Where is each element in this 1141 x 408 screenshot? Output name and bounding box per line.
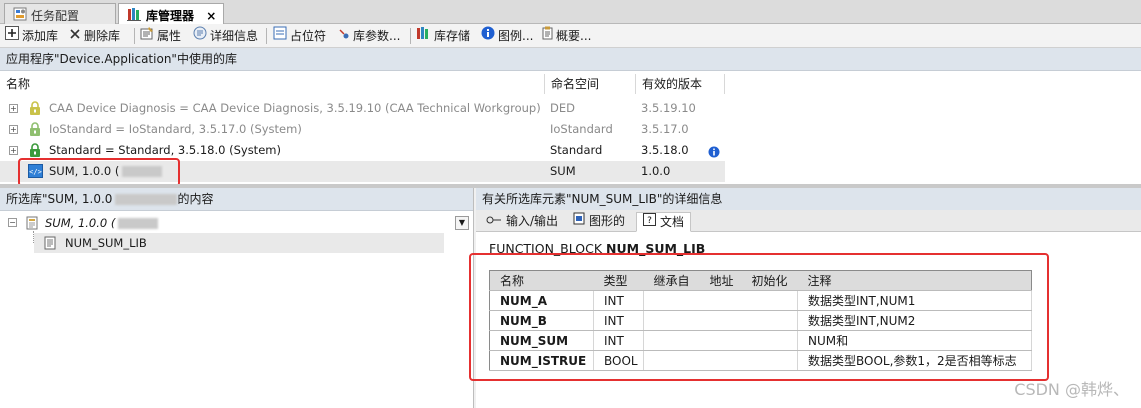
close-icon[interactable]: × xyxy=(206,9,216,23)
detail-tab-bar: 输入/输出 图形的 ? 文档 xyxy=(476,210,1141,232)
details-label: 详细信息 xyxy=(210,29,259,43)
library-content-title: 所选库"SUM, 1.0.0 的内容 xyxy=(0,188,473,211)
add-library-button[interactable]: 添加库 xyxy=(5,26,59,45)
tree-item-num-sum-lib[interactable]: NUM_SUM_LIB xyxy=(34,233,444,253)
watermark: CSDN @韩烨、 xyxy=(1014,380,1129,399)
library-content-panel: 所选库"SUM, 1.0.0 的内容 − SUM, 1.0.0 ( ▼ NUM_S… xyxy=(0,188,474,408)
library-version: 3.5.17.0 xyxy=(641,122,689,136)
column-header-version[interactable]: 有效的版本 xyxy=(636,74,725,94)
parameters-icon xyxy=(338,27,350,45)
tab-graphical[interactable]: 图形的 xyxy=(567,212,631,232)
highlight-box xyxy=(18,158,180,187)
collapse-icon[interactable]: − xyxy=(8,218,17,227)
library-params-label: 库参数... xyxy=(353,29,401,43)
library-version: 3.5.19.10 xyxy=(641,101,696,115)
summary-icon xyxy=(542,26,553,45)
graphical-icon xyxy=(573,212,585,230)
properties-button[interactable]: 属性 xyxy=(140,27,181,45)
add-icon xyxy=(5,26,19,45)
tab-documentation[interactable]: ? 文档 xyxy=(636,212,692,232)
title-suffix: 的内容 xyxy=(177,192,214,206)
library-version: 3.5.18.0 xyxy=(641,143,689,157)
svg-text:?: ? xyxy=(647,216,652,226)
library-repository-button[interactable]: 库存储 xyxy=(416,27,470,45)
placeholder-label: 占位符 xyxy=(290,29,327,43)
chevron-down-icon[interactable]: ▼ xyxy=(455,216,469,230)
library-panel-title: 应用程序"Device.Application"中使用的库 xyxy=(0,48,1141,71)
expand-icon[interactable]: + xyxy=(9,146,18,155)
library-namespace: IoStandard xyxy=(550,122,613,136)
redacted-text xyxy=(118,218,159,229)
placeholder-button[interactable]: 占位符 xyxy=(273,26,327,45)
library-version: 1.0.0 xyxy=(641,164,671,178)
tree-root-text: SUM, 1.0.0 ( xyxy=(45,216,116,230)
toolbar-separator xyxy=(410,28,411,44)
toolbar-separator xyxy=(134,28,135,44)
expand-icon[interactable]: + xyxy=(9,125,18,134)
document-tab-bar: 任务配置 库管理器 × xyxy=(0,0,1141,25)
tree-root-label: SUM, 1.0.0 ( xyxy=(45,213,159,233)
summary-button[interactable]: 概要... xyxy=(542,26,592,45)
library-row-caa-device-diagnosis[interactable]: + CAA Device Diagnosis = CAA Device Diag… xyxy=(0,98,725,119)
toolbar-separator xyxy=(266,28,267,44)
library-content-tree: − SUM, 1.0.0 ( ▼ NUM_SUM_LIB xyxy=(0,211,474,408)
library-name: CAA Device Diagnosis = CAA Device Diagno… xyxy=(49,101,541,115)
element-detail-title: 有关所选库元素"NUM_SUM_LIB"的详细信息 xyxy=(476,188,1141,211)
column-header-namespace[interactable]: 命名空间 xyxy=(545,74,636,94)
tab-label: 文档 xyxy=(660,215,685,229)
tree-root[interactable]: − SUM, 1.0.0 ( ▼ xyxy=(8,213,472,233)
library-namespace: Standard xyxy=(550,143,603,157)
tab-library-manager[interactable]: 库管理器 × xyxy=(118,3,224,25)
properties-label: 属性 xyxy=(157,29,182,43)
legend-label: 图例... xyxy=(498,29,534,43)
library-namespace: SUM xyxy=(550,164,576,178)
help-document-icon: ? xyxy=(643,212,656,231)
library-namespace: DED xyxy=(550,101,575,115)
add-library-label: 添加库 xyxy=(22,29,59,43)
library-row-iostandard[interactable]: + IoStandard = IoStandard, 3.5.17.0 (Sys… xyxy=(0,119,725,140)
title-prefix: 所选库"SUM, 1.0.0 xyxy=(6,192,113,206)
delete-library-button[interactable]: 删除库 xyxy=(69,27,120,45)
tab-task-config[interactable]: 任务配置 xyxy=(4,3,116,24)
tab-label: 输入/输出 xyxy=(506,214,559,228)
library-name: IoStandard = IoStandard, 3.5.17.0 (Syste… xyxy=(49,122,302,136)
info-icon xyxy=(481,26,495,45)
task-config-icon xyxy=(13,7,27,24)
expand-icon[interactable]: + xyxy=(9,104,18,113)
legend-button[interactable]: 图例... xyxy=(481,26,534,45)
library-toolbar: 添加库 删除库 属性 详细信息 占位符 库参数... 库存储 图例... 概要.… xyxy=(0,24,1141,48)
delete-library-label: 删除库 xyxy=(84,29,121,43)
properties-icon xyxy=(140,26,154,45)
library-manager-icon xyxy=(127,7,142,24)
tree-item-label: NUM_SUM_LIB xyxy=(65,236,147,250)
library-repository-label: 库存储 xyxy=(434,29,471,43)
document-icon xyxy=(44,236,56,256)
tab-label: 库管理器 xyxy=(146,9,195,23)
column-header-name[interactable]: 名称 xyxy=(0,74,545,94)
details-icon xyxy=(193,26,207,45)
delete-icon xyxy=(69,27,81,45)
details-button[interactable]: 详细信息 xyxy=(193,26,259,45)
tab-label: 图形的 xyxy=(589,214,626,228)
highlight-box xyxy=(469,253,1049,381)
library-repository-icon xyxy=(416,26,431,45)
summary-label: 概要... xyxy=(556,29,592,43)
redacted-text xyxy=(115,194,178,205)
placeholder-icon xyxy=(273,26,287,45)
io-icon xyxy=(486,212,502,230)
tab-label: 任务配置 xyxy=(31,9,80,23)
tab-inputs-outputs[interactable]: 输入/输出 xyxy=(480,212,564,232)
library-params-button[interactable]: 库参数... xyxy=(338,27,400,45)
